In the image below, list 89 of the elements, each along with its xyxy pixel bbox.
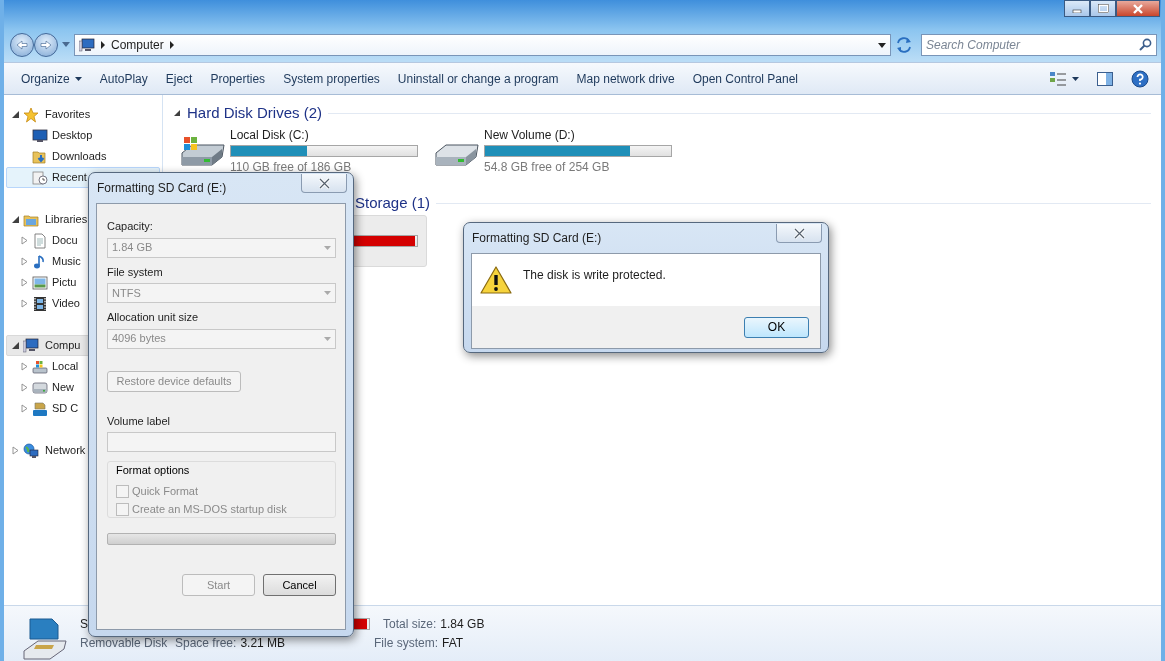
sd-card-icon bbox=[32, 400, 48, 417]
tree-item[interactable]: Downloads bbox=[6, 146, 160, 167]
computer-icon bbox=[23, 337, 39, 354]
drive-free-space: 54.8 GB free of 254 GB bbox=[484, 159, 611, 176]
maximize-icon bbox=[1097, 4, 1109, 13]
caret-icon bbox=[324, 336, 331, 341]
document-icon bbox=[32, 232, 48, 249]
drive-free-space: 110 GB free of 186 GB bbox=[230, 159, 353, 176]
breadcrumb[interactable]: Computer bbox=[111, 36, 164, 54]
toolbar-button[interactable]: Open Control Panel bbox=[683, 67, 808, 90]
property-value: 3.21 MB bbox=[240, 634, 286, 652]
dialog-title: Formatting SD Card (E:) bbox=[471, 230, 602, 247]
close-button[interactable] bbox=[1116, 0, 1160, 17]
group-header[interactable]: Hard Disk Drives (2) bbox=[187, 101, 322, 125]
field-label: Volume label bbox=[107, 413, 171, 429]
expand-arrow-icon[interactable] bbox=[20, 362, 29, 371]
dropdown-icon[interactable] bbox=[878, 42, 886, 48]
caret-icon bbox=[1072, 76, 1079, 81]
refresh-icon[interactable] bbox=[895, 36, 913, 54]
computer-icon bbox=[79, 38, 95, 52]
chevron-icon bbox=[168, 41, 175, 49]
minimize-button[interactable] bbox=[1064, 0, 1090, 17]
drive-name: Local Disk (C:) bbox=[230, 127, 310, 144]
collapse-arrow-icon[interactable] bbox=[11, 110, 20, 119]
monitor-icon bbox=[32, 127, 48, 144]
property-label: Space free: bbox=[175, 634, 237, 652]
caret-icon bbox=[324, 291, 331, 295]
collapse-arrow-icon[interactable] bbox=[11, 341, 20, 350]
close-icon bbox=[1132, 3, 1144, 14]
collapse-arrow-icon[interactable] bbox=[173, 109, 181, 117]
view-icon bbox=[1049, 70, 1067, 87]
message-text: The disk is write protected. bbox=[523, 267, 666, 284]
search-icon bbox=[1139, 38, 1152, 51]
collapse-arrow-icon[interactable] bbox=[11, 215, 20, 224]
toolbar-button[interactable]: Eject bbox=[156, 67, 202, 90]
film-icon bbox=[32, 295, 48, 312]
expand-arrow-icon[interactable] bbox=[20, 278, 29, 287]
toolbar-button[interactable]: Map network drive bbox=[567, 67, 684, 90]
forward-button[interactable] bbox=[34, 33, 58, 57]
group-header[interactable]: Storage (1) bbox=[355, 191, 431, 215]
forward-arrow-icon bbox=[40, 40, 52, 50]
history-dropdown-icon[interactable] bbox=[62, 42, 70, 48]
tree-item[interactable]: Desktop bbox=[6, 125, 160, 146]
field-label: File system bbox=[107, 264, 164, 280]
property-label: Total size: bbox=[383, 615, 437, 633]
expand-arrow-icon[interactable] bbox=[20, 383, 29, 392]
expand-arrow-icon[interactable] bbox=[20, 299, 29, 308]
property-value: FAT bbox=[442, 634, 464, 652]
item-name: S bbox=[80, 615, 89, 633]
system-drive-icon bbox=[32, 358, 48, 375]
drive-tile[interactable]: New Volume (D:) 54.8 GB free of 254 GB bbox=[427, 125, 681, 177]
close-icon bbox=[317, 177, 331, 189]
star-icon bbox=[23, 106, 39, 123]
field-label: Allocation unit size bbox=[107, 310, 200, 325]
help-icon bbox=[1131, 69, 1149, 88]
expand-arrow-icon[interactable] bbox=[20, 236, 29, 245]
dialog-button[interactable]: Cancel bbox=[263, 574, 336, 596]
address-field[interactable]: Computer bbox=[74, 34, 891, 56]
back-arrow-icon bbox=[16, 40, 28, 50]
search-field[interactable]: Search Computer bbox=[921, 34, 1157, 56]
item-type: Removable Disk bbox=[80, 634, 169, 652]
drive-tile[interactable]: Local Disk (C:) 110 GB free of 186 GB bbox=[173, 125, 427, 177]
caret-icon bbox=[74, 76, 82, 81]
tree-item[interactable]: Favorites bbox=[6, 104, 160, 125]
expand-arrow-icon[interactable] bbox=[11, 446, 20, 455]
image-icon bbox=[32, 274, 48, 291]
toolbar-button[interactable]: Properties bbox=[201, 67, 275, 90]
drive-icon bbox=[32, 379, 48, 396]
toolbar-button[interactable]: Uninstall or change a program bbox=[388, 67, 568, 90]
ok-button[interactable]: OK bbox=[744, 316, 809, 338]
download-folder-icon bbox=[32, 148, 48, 165]
toolbar-button[interactable]: Organize bbox=[12, 67, 91, 90]
expand-arrow-icon[interactable] bbox=[20, 404, 29, 413]
toolbar-button[interactable]: System properties bbox=[274, 67, 389, 90]
drive-name: New Volume (D:) bbox=[484, 127, 576, 144]
tree-item[interactable]: Network bbox=[6, 440, 160, 461]
clock-icon bbox=[32, 169, 48, 186]
warning-icon bbox=[480, 265, 512, 295]
property-value: 1.84 GB bbox=[440, 615, 485, 633]
globe-icon bbox=[23, 442, 39, 459]
maximize-button[interactable] bbox=[1090, 0, 1116, 17]
back-button[interactable] bbox=[10, 33, 34, 57]
pane-icon bbox=[1097, 71, 1113, 86]
toolbar-button[interactable]: AutoPlay bbox=[90, 67, 157, 90]
property-label: File system: bbox=[374, 634, 438, 652]
chevron-icon bbox=[100, 41, 106, 49]
expand-arrow-icon[interactable] bbox=[20, 257, 29, 266]
close-icon bbox=[792, 227, 806, 239]
field-label: Capacity: bbox=[107, 219, 154, 234]
